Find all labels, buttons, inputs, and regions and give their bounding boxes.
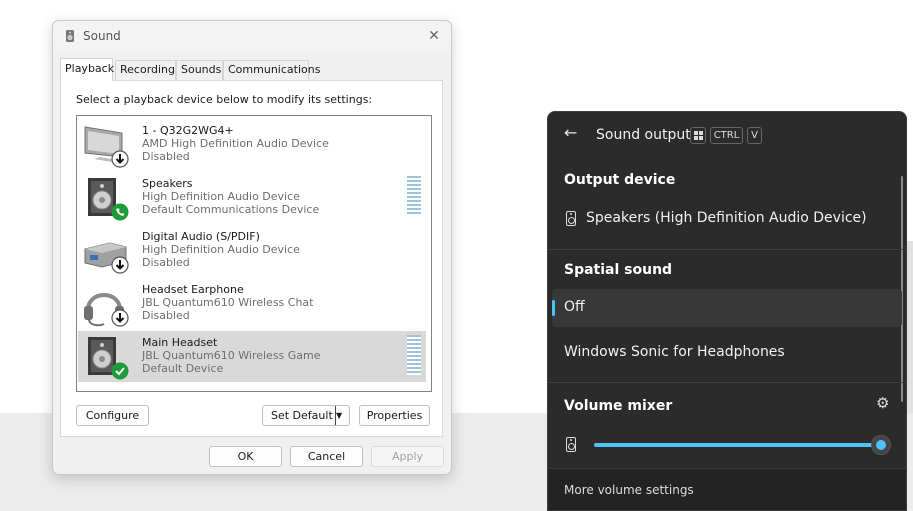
device-row-speakers[interactable]: Speakers High Definition Audio Device De…: [78, 172, 426, 223]
device-name: Main Headset: [142, 336, 218, 349]
more-volume-settings-link[interactable]: More volume settings: [564, 483, 694, 497]
dialog-title: Sound: [83, 29, 121, 43]
shortcut-key-v: V: [747, 127, 762, 144]
playback-panel: Select a playback device below to modify…: [60, 80, 443, 437]
instruction-text: Select a playback device below to modify…: [76, 93, 373, 106]
volume-slider-track[interactable]: [594, 443, 881, 447]
windows-key-icon: [690, 127, 706, 144]
speaker-icon[interactable]: [566, 437, 576, 452]
spatial-option-label: Windows Sonic for Headphones: [564, 344, 785, 360]
volume-mixer-heading: Volume mixer: [564, 398, 673, 414]
volume-meter: [407, 335, 421, 375]
speaker-icon: [88, 178, 129, 221]
device-status: Default Communications Device: [142, 203, 320, 216]
flyout-title: Sound output: [596, 127, 691, 143]
sound-dialog: Sound ✕ Playback Recording Sounds Commun…: [52, 20, 452, 475]
sound-output-flyout: ← Sound output CTRL V Output device Spea…: [547, 111, 907, 511]
device-row-main-headset[interactable]: Main Headset JBL Quantum610 Wireless Gam…: [78, 331, 426, 382]
device-driver: JBL Quantum610 Wireless Game: [142, 349, 321, 362]
device-status: Disabled: [142, 150, 190, 163]
monitor-icon: [84, 126, 129, 168]
tab-sounds[interactable]: Sounds: [176, 60, 223, 80]
set-default-button[interactable]: Set Default ▼: [262, 405, 350, 426]
gear-icon[interactable]: ⚙: [876, 396, 889, 411]
device-row-headset-earphone[interactable]: Headset Earphone JBL Quantum610 Wireless…: [78, 278, 426, 329]
output-device-row[interactable]: Speakers (High Definition Audio Device): [548, 202, 900, 236]
disabled-arrow-icon: [111, 150, 129, 168]
ok-button[interactable]: OK: [209, 446, 282, 467]
volume-slider-thumb[interactable]: [871, 435, 891, 455]
tab-playback[interactable]: Playback: [60, 58, 114, 81]
spatial-sound-heading: Spatial sound: [564, 262, 673, 278]
spatial-option-off[interactable]: Off: [552, 289, 902, 327]
digital-output-icon: [84, 242, 129, 274]
close-icon[interactable]: ✕: [425, 27, 443, 45]
device-driver: High Definition Audio Device: [142, 190, 300, 203]
device-driver: JBL Quantum610 Wireless Chat: [142, 296, 314, 309]
speaker-app-icon: [66, 30, 74, 42]
spatial-option-windows-sonic[interactable]: Windows Sonic for Headphones: [552, 335, 902, 371]
device-row-digital-audio[interactable]: Digital Audio (S/PDIF) High Definition A…: [78, 225, 426, 276]
device-status: Default Device: [142, 362, 224, 375]
volume-meter: [407, 176, 421, 216]
speaker-icon: [88, 337, 129, 380]
device-name: Digital Audio (S/PDIF): [142, 230, 260, 243]
title-bar[interactable]: Sound ✕: [53, 21, 451, 52]
divider: [548, 249, 906, 250]
device-name: 1 - Q32G2WG4+: [142, 124, 234, 137]
flyout-header: ← Sound output CTRL V: [548, 112, 906, 160]
output-device-heading: Output device: [564, 172, 676, 188]
tab-recording[interactable]: Recording: [115, 60, 176, 80]
device-status: Disabled: [142, 309, 190, 322]
phone-badge-icon: [111, 203, 129, 221]
disabled-arrow-icon: [111, 256, 129, 274]
tab-communications[interactable]: Communications: [223, 60, 320, 80]
device-name: Headset Earphone: [142, 283, 244, 296]
device-row-monitor[interactable]: 1 - Q32G2WG4+ AMD High Definition Audio …: [78, 119, 426, 170]
divider: [548, 382, 906, 383]
selection-indicator: [552, 300, 555, 316]
footer: More volume settings: [548, 468, 906, 510]
shortcut-key-ctrl: CTRL: [710, 127, 743, 144]
device-driver: AMD High Definition Audio Device: [142, 137, 329, 150]
spatial-option-label: Off: [564, 299, 585, 315]
device-driver: High Definition Audio Device: [142, 243, 300, 256]
chevron-down-icon[interactable]: ▼: [335, 406, 349, 425]
device-list: 1 - Q32G2WG4+ AMD High Definition Audio …: [76, 115, 432, 392]
check-badge-icon: [111, 362, 129, 380]
set-default-label: Set Default: [271, 409, 333, 422]
configure-button[interactable]: Configure: [76, 405, 149, 426]
speaker-icon: [566, 211, 576, 226]
device-status: Disabled: [142, 256, 190, 269]
output-device-name: Speakers (High Definition Audio Device): [586, 210, 867, 226]
cancel-button[interactable]: Cancel: [290, 446, 363, 467]
device-name: Speakers: [142, 177, 193, 190]
apply-button[interactable]: Apply: [371, 446, 444, 467]
disabled-arrow-icon: [111, 309, 129, 327]
properties-button[interactable]: Properties: [359, 405, 430, 426]
headset-icon: [84, 293, 129, 327]
back-arrow-icon[interactable]: ←: [564, 125, 580, 141]
